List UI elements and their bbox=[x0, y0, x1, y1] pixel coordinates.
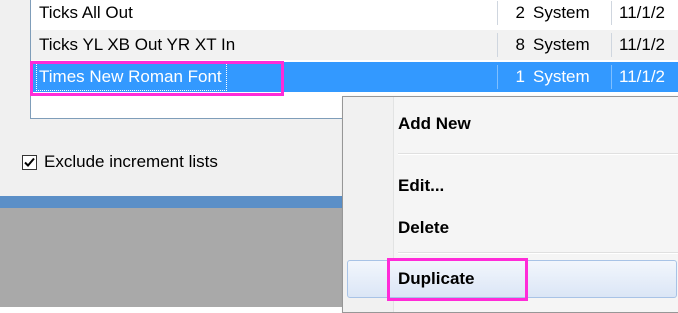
theme-type: System bbox=[533, 67, 590, 86]
theme-date: 11/1/2 bbox=[619, 3, 666, 22]
theme-date: 11/1/2 bbox=[619, 67, 666, 86]
context-menu: Add New Edit... Delete Duplicate bbox=[342, 96, 678, 313]
column-divider bbox=[497, 33, 498, 57]
column-divider bbox=[497, 65, 498, 89]
theme-name: Times New Roman Font bbox=[35, 62, 228, 92]
theme-date: 11/1/2 bbox=[619, 35, 666, 54]
menu-item-duplicate[interactable]: Duplicate bbox=[398, 269, 475, 289]
menu-separator bbox=[398, 252, 678, 254]
column-divider bbox=[497, 1, 498, 25]
exclude-increment-lists-label: Exclude increment lists bbox=[44, 152, 218, 171]
theme-type: System bbox=[533, 3, 590, 22]
column-divider bbox=[611, 33, 612, 57]
theme-count: 1 bbox=[515, 67, 525, 86]
menu-item-edit[interactable]: Edit... bbox=[398, 176, 444, 196]
menu-separator bbox=[398, 153, 678, 155]
checkmark-icon bbox=[24, 157, 35, 167]
menu-item-hover-bg bbox=[347, 260, 677, 298]
theme-name: Ticks YL XB Out YR XT In bbox=[39, 35, 236, 54]
table-row-selected[interactable]: Times New Roman Font 1 System 11/1/2 bbox=[31, 62, 678, 92]
theme-name: Ticks All Out bbox=[39, 3, 133, 22]
exclude-increment-lists-option[interactable]: Exclude increment lists bbox=[22, 152, 218, 172]
column-divider bbox=[611, 65, 612, 89]
table-row[interactable]: Ticks All Out 2 System 11/1/2 bbox=[31, 0, 678, 28]
table-row[interactable]: Ticks YL XB Out YR XT In 8 System 11/1/2 bbox=[31, 30, 678, 60]
theme-count: 2 bbox=[515, 3, 525, 22]
menu-item-add-new[interactable]: Add New bbox=[398, 114, 471, 134]
theme-count: 8 bbox=[515, 35, 525, 54]
theme-type: System bbox=[533, 35, 590, 54]
column-divider bbox=[611, 1, 612, 25]
menu-item-delete[interactable]: Delete bbox=[398, 218, 449, 238]
exclude-increment-lists-checkbox[interactable] bbox=[22, 154, 37, 170]
